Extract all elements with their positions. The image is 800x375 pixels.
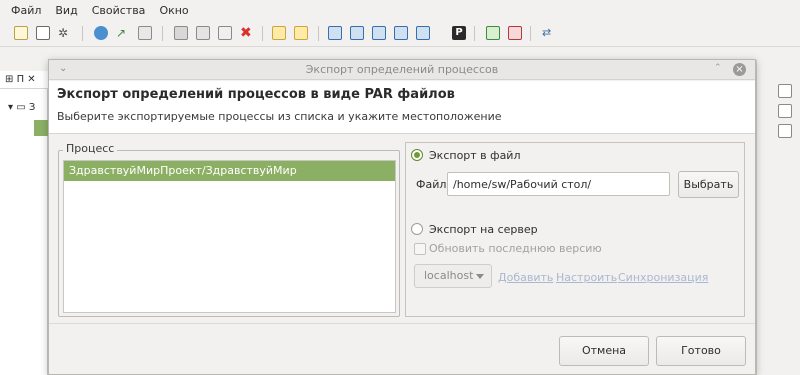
dialog-description: Выберите экспортируемые процессы из спис… — [57, 110, 502, 123]
outline-icon[interactable] — [778, 84, 792, 98]
main-toolbar: ✲ ↗ ✖ P ⇄ — [0, 20, 800, 47]
dialog-window-title: Экспорт определений процессов — [305, 63, 499, 76]
save-icon[interactable] — [174, 26, 188, 40]
p-badge-icon[interactable]: P — [452, 26, 466, 40]
menu-window[interactable]: Окно — [152, 4, 195, 17]
tree-project-row[interactable]: ▾ ▭ З — [8, 102, 35, 113]
menu-properties[interactable]: Свойства — [85, 4, 153, 17]
toolbar-separator — [82, 26, 83, 41]
window-icon[interactable] — [36, 26, 50, 40]
gear-icon[interactable]: ✲ — [58, 26, 72, 40]
toolbar-separator — [262, 26, 263, 41]
export-to-server-radio[interactable] — [411, 223, 423, 235]
dialog-titlebar[interactable]: ⌄ Экспорт определений процессов ⌃ × — [49, 60, 755, 80]
globe-icon[interactable] — [94, 26, 108, 40]
properties-view-icon[interactable] — [778, 124, 792, 138]
palette-icon[interactable] — [778, 104, 792, 118]
minimize-icon[interactable]: ⌃ — [714, 63, 722, 73]
dialog-header: Экспорт определений процессов в виде PAR… — [49, 81, 755, 134]
dialog-heading: Экспорт определений процессов в виде PAR… — [57, 87, 455, 102]
redo-icon[interactable] — [294, 26, 308, 40]
cancel-button[interactable]: Отмена — [559, 336, 649, 366]
align-top-icon[interactable] — [328, 26, 342, 40]
save-all-icon[interactable] — [196, 26, 210, 40]
undo-icon[interactable] — [272, 26, 286, 40]
export-dialog: ⌄ Экспорт определений процессов ⌃ × Эксп… — [48, 59, 756, 375]
properties-icon[interactable] — [138, 26, 152, 40]
menu-file[interactable]: Файл — [4, 4, 48, 17]
export-to-server-label: Экспорт на сервер — [429, 223, 538, 236]
align-right-icon[interactable] — [416, 26, 430, 40]
import-icon[interactable] — [486, 26, 500, 40]
tree-selected-item[interactable] — [34, 120, 48, 136]
wand-icon[interactable]: ↗ — [116, 26, 130, 40]
close-icon[interactable]: × — [733, 63, 746, 76]
delete-icon[interactable]: ✖ — [240, 26, 254, 40]
toolbar-separator — [530, 26, 531, 41]
align-center-icon[interactable] — [394, 26, 408, 40]
update-latest-label: Обновить последнюю версию — [429, 242, 602, 255]
copy-icon[interactable] — [218, 26, 232, 40]
process-list[interactable]: ЗдравствуйМирПроект/ЗдравствуйМир — [63, 160, 396, 313]
browse-button[interactable]: Выбрать — [678, 171, 739, 198]
server-combo-value: localhost — [424, 269, 474, 282]
menu-view[interactable]: Вид — [48, 4, 84, 17]
sync-server-link[interactable]: Синхронизация — [618, 271, 708, 284]
new-file-icon[interactable] — [14, 26, 28, 40]
finish-button[interactable]: Готово — [656, 336, 746, 366]
export-to-file-radio[interactable] — [411, 149, 423, 161]
explorer-tab[interactable]: ⊞ П ✕ — [0, 71, 48, 89]
list-item[interactable]: ЗдравствуйМирПроект/ЗдравствуйМир — [64, 161, 395, 181]
align-left-icon[interactable] — [372, 26, 386, 40]
file-path-input[interactable] — [447, 172, 670, 196]
export-to-file-label: Экспорт в файл — [429, 149, 521, 162]
chevron-down-icon — [476, 274, 484, 279]
configure-server-link[interactable]: Настроить — [556, 271, 617, 284]
connect-icon[interactable]: ⇄ — [542, 26, 556, 40]
align-middle-icon[interactable] — [350, 26, 364, 40]
toolbar-separator — [318, 26, 319, 41]
main-menu-bar: Файл Вид Свойства Окно — [0, 0, 800, 20]
dialog-footer-divider — [49, 323, 755, 324]
toolbar-separator — [474, 26, 475, 41]
export-icon[interactable] — [508, 26, 522, 40]
file-label: Файл — [416, 178, 447, 191]
update-latest-checkbox[interactable] — [414, 243, 426, 255]
explorer-pane — [0, 71, 48, 375]
add-server-link[interactable]: Добавить — [498, 271, 553, 284]
toolbar-separator — [162, 26, 163, 41]
process-group-label: Процесс — [63, 142, 118, 155]
server-combo[interactable]: localhost — [414, 264, 492, 288]
